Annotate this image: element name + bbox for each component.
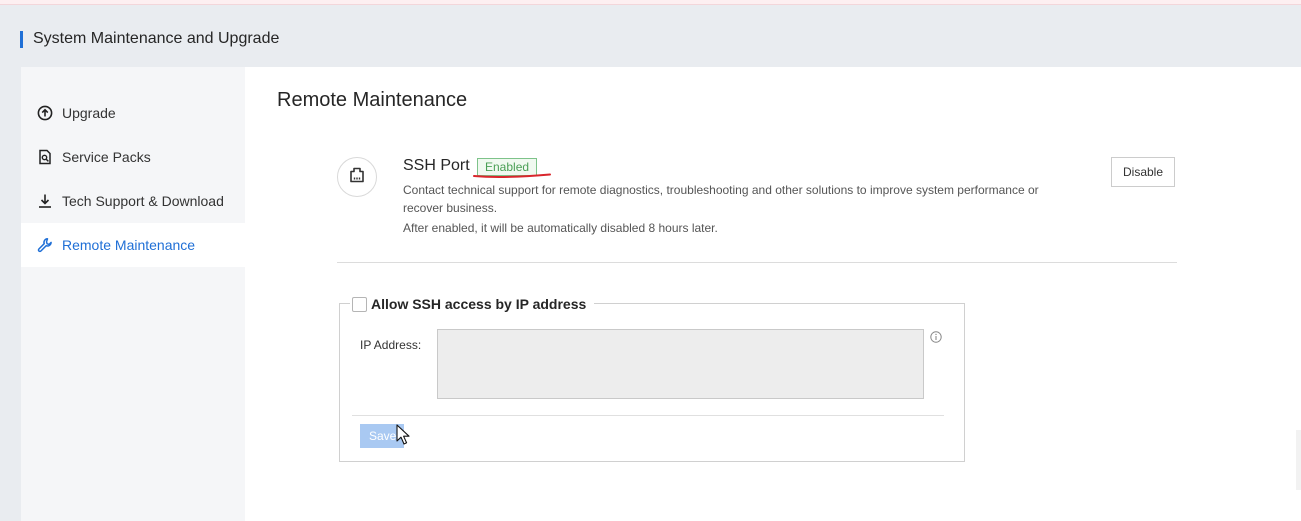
- main-panel: Remote Maintenance SSH Port Enabled Cont…: [245, 67, 1301, 521]
- ethernet-port-icon: [347, 165, 367, 190]
- allow-ssh-by-ip-label[interactable]: Allow SSH access by IP address: [371, 296, 586, 312]
- sidebar-item-remote-maintenance[interactable]: Remote Maintenance: [21, 223, 245, 267]
- download-icon: [37, 193, 53, 209]
- mouse-pointer-icon: [396, 424, 410, 445]
- page-header: System Maintenance and Upgrade: [20, 30, 279, 48]
- red-underline-annotation: [473, 173, 551, 178]
- ssh-port-title: SSH Port: [403, 157, 470, 174]
- ip-address-label: IP Address:: [360, 338, 422, 352]
- sidebar: Upgrade Service Packs Tech Support & Dow…: [21, 67, 245, 521]
- sidebar-item-upgrade[interactable]: Upgrade: [21, 91, 245, 135]
- sidebar-item-label: Tech Support & Download: [62, 193, 224, 209]
- ip-access-legend: Allow SSH access by IP address: [350, 296, 595, 312]
- fieldset-divider: [352, 415, 944, 416]
- ssh-description: Contact technical support for remote dia…: [403, 183, 1039, 215]
- ssh-port-icon-circle: [337, 157, 377, 197]
- sidebar-item-label: Remote Maintenance: [62, 237, 196, 253]
- sidebar-item-tech-support[interactable]: Tech Support & Download: [21, 179, 245, 223]
- sidebar-item-label: Upgrade: [62, 105, 116, 121]
- section-title: Remote Maintenance: [277, 89, 468, 111]
- sidebar-item-service-packs[interactable]: Service Packs: [21, 135, 245, 179]
- page-title: System Maintenance and Upgrade: [33, 30, 280, 47]
- document-search-icon: [37, 149, 53, 165]
- allow-ssh-by-ip-checkbox[interactable]: [352, 296, 367, 312]
- scrollbar-thumb[interactable]: [1296, 430, 1301, 490]
- ip-address-input[interactable]: [437, 329, 924, 399]
- upload-circle-icon: [37, 105, 53, 121]
- section-divider: [337, 262, 1177, 263]
- header-accent-bar: [20, 30, 23, 48]
- disable-button[interactable]: Disable: [1111, 157, 1175, 187]
- sidebar-item-label: Service Packs: [62, 149, 151, 165]
- top-edge-strip: [0, 0, 1301, 5]
- info-icon[interactable]: [930, 331, 942, 343]
- ssh-auto-disable-note: After enabled, it will be automatically …: [403, 221, 718, 235]
- wrench-icon: [37, 237, 53, 253]
